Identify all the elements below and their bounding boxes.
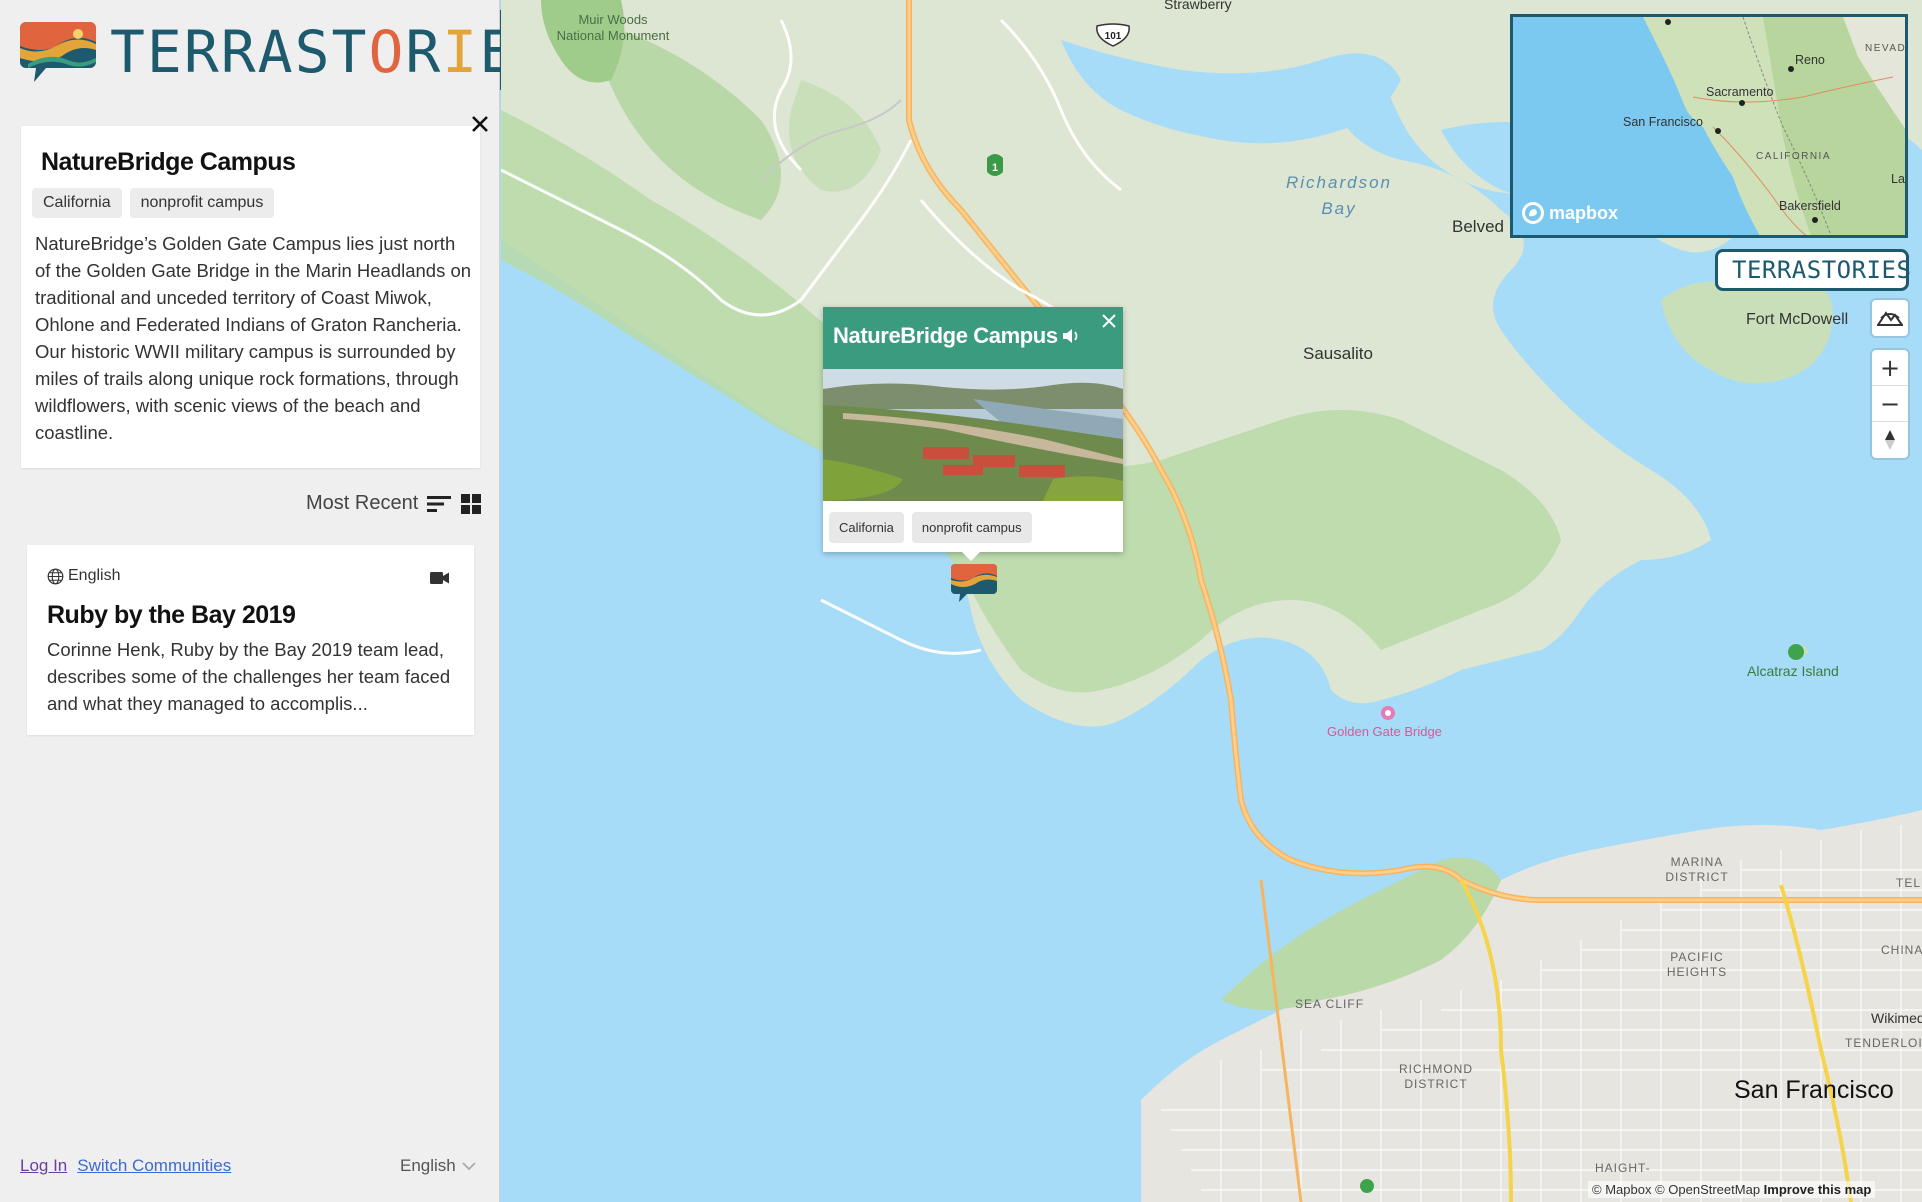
sidebar: TERRASTORIES NatureBridge Campus Califor…: [0, 0, 551, 1202]
label-marina: MARINA DISTRICT: [1665, 855, 1729, 884]
minimap-label-sacramento: Sacramento: [1706, 85, 1774, 99]
mapbox-icon: [1522, 202, 1544, 224]
mountain-icon: [1877, 311, 1903, 326]
story-language: English: [47, 567, 120, 585]
label-muir-woods: Muir Woods National Monument: [556, 12, 670, 43]
minimap-label-nevada: NEVADA: [1865, 43, 1907, 54]
minimap-label-california: CALIFORNIA: [1756, 151, 1832, 162]
hwy-1-label: 1: [992, 162, 998, 174]
tag-california[interactable]: California: [32, 188, 122, 218]
label-richardson-bay: Richardson Bay: [1286, 173, 1392, 218]
sort-control: Most Recent: [306, 492, 482, 515]
place-description: NatureBridge’s Golden Gate Campus lies j…: [35, 233, 472, 443]
logo-wordmark: TERRASTORIES: [110, 18, 551, 86]
login-link[interactable]: Log In: [20, 1156, 67, 1176]
compass-button[interactable]: [1872, 422, 1908, 458]
place-photo: [823, 369, 1123, 501]
label-wikimedia: Wikimed: [1871, 1010, 1922, 1026]
hwy-101-label: 101: [1105, 31, 1122, 42]
label-strawberry: Strawberry: [1164, 0, 1232, 12]
zoom-out-icon: −: [1879, 389, 1901, 418]
grid-view-icon[interactable]: [460, 493, 482, 515]
language-select[interactable]: English: [400, 1156, 476, 1176]
zoom-in-icon: +: [1879, 353, 1901, 382]
label-sausalito: Sausalito: [1303, 344, 1373, 363]
popup-tail: [961, 551, 981, 561]
minimap-label-la: La: [1891, 172, 1905, 186]
terrain-toggle-group: [1872, 300, 1908, 336]
zoom-controls: + −: [1872, 350, 1908, 458]
badge-wordmark: TERRASTORIES: [1732, 256, 1912, 284]
zoom-in-button[interactable]: +: [1872, 350, 1908, 386]
popup-close-button[interactable]: [1099, 311, 1119, 331]
terrain-toggle-button[interactable]: [1872, 300, 1908, 336]
label-telegraph: TELE: [1896, 876, 1922, 890]
close-icon: [472, 116, 488, 132]
improve-map-link[interactable]: Improve this map: [1764, 1182, 1872, 1197]
zoom-out-button[interactable]: −: [1872, 386, 1908, 422]
app-logo[interactable]: TERRASTORIES: [20, 18, 553, 86]
attrib-mapbox[interactable]: © Mapbox: [1592, 1182, 1651, 1197]
place-detail-card: NatureBridge Campus California nonprofit…: [21, 126, 480, 468]
label-san-francisco: San Francisco: [1734, 1076, 1894, 1104]
overview-minimap[interactable]: Reno NEVADA Sacramento San Francisco CAL…: [1510, 14, 1908, 238]
logo-mark-icon: [20, 22, 96, 82]
place-popup[interactable]: NatureBridge Campus California nonprofit…: [823, 307, 1123, 552]
tag-nonprofit-campus[interactable]: nonprofit campus: [129, 188, 275, 218]
story-description: Corinne Henk, Ruby by the Bay 2019 team …: [47, 639, 451, 714]
popup-tags: California nonprofit campus: [829, 512, 1032, 543]
minimap-label-bakersfield: Bakersfield: [1779, 199, 1841, 213]
label-fort-mcdowell: Fort McDowell: [1746, 311, 1849, 328]
close-icon: [1102, 314, 1116, 328]
place-title: NatureBridge Campus: [41, 148, 296, 176]
chevron-down-icon: [462, 1162, 476, 1171]
popup-tag-nonprofit-campus[interactable]: nonprofit campus: [911, 512, 1032, 543]
minimap-label-reno: Reno: [1795, 53, 1825, 67]
switch-communities-link[interactable]: Switch Communities: [77, 1156, 231, 1176]
popup-tag-california[interactable]: California: [829, 512, 904, 543]
compass-icon: [1885, 430, 1895, 450]
label-haight: HAIGHT-: [1595, 1161, 1651, 1175]
label-golden-gate: Golden Gate Bridge: [1327, 724, 1442, 739]
place-tags: California nonprofit campus: [32, 188, 275, 218]
sort-label[interactable]: Most Recent: [306, 492, 418, 515]
popup-header: NatureBridge Campus: [823, 307, 1123, 369]
footer-links: Log In Switch Communities: [20, 1156, 231, 1176]
story-card[interactable]: English Ruby by the Bay 2019 Corinne Hen…: [27, 545, 474, 735]
label-alcatraz: Alcatraz Island: [1747, 663, 1839, 679]
globe-icon: [47, 568, 64, 584]
label-tenderloin: TENDERLOIN: [1845, 1036, 1922, 1050]
speaker-icon[interactable]: [1061, 327, 1081, 345]
label-chinatown: CHINA: [1881, 943, 1922, 957]
place-marker-icon[interactable]: [951, 562, 997, 604]
label-sea-cliff: SEA CLIFF: [1295, 997, 1365, 1011]
mapbox-logo[interactable]: mapbox: [1521, 201, 1618, 225]
popup-title: NatureBridge Campus: [833, 323, 1058, 348]
minimap-label-san-francisco: San Francisco: [1623, 115, 1703, 129]
close-place-button[interactable]: [468, 112, 492, 136]
label-pacific-heights: PACIFIC HEIGHTS: [1666, 950, 1728, 979]
story-title: Ruby by the Bay 2019: [47, 601, 296, 629]
label-belvedere: Belved: [1452, 217, 1504, 236]
map-attribution: © Mapbox © OpenStreetMap Improve this ma…: [1588, 1181, 1876, 1198]
attrib-osm[interactable]: © OpenStreetMap: [1655, 1182, 1760, 1197]
terrastories-badge[interactable]: TERRASTORIES: [1715, 249, 1912, 291]
video-icon: [430, 572, 449, 584]
sort-lines-icon[interactable]: [426, 494, 452, 514]
label-richmond: RICHMOND DISTRICT: [1399, 1062, 1473, 1091]
